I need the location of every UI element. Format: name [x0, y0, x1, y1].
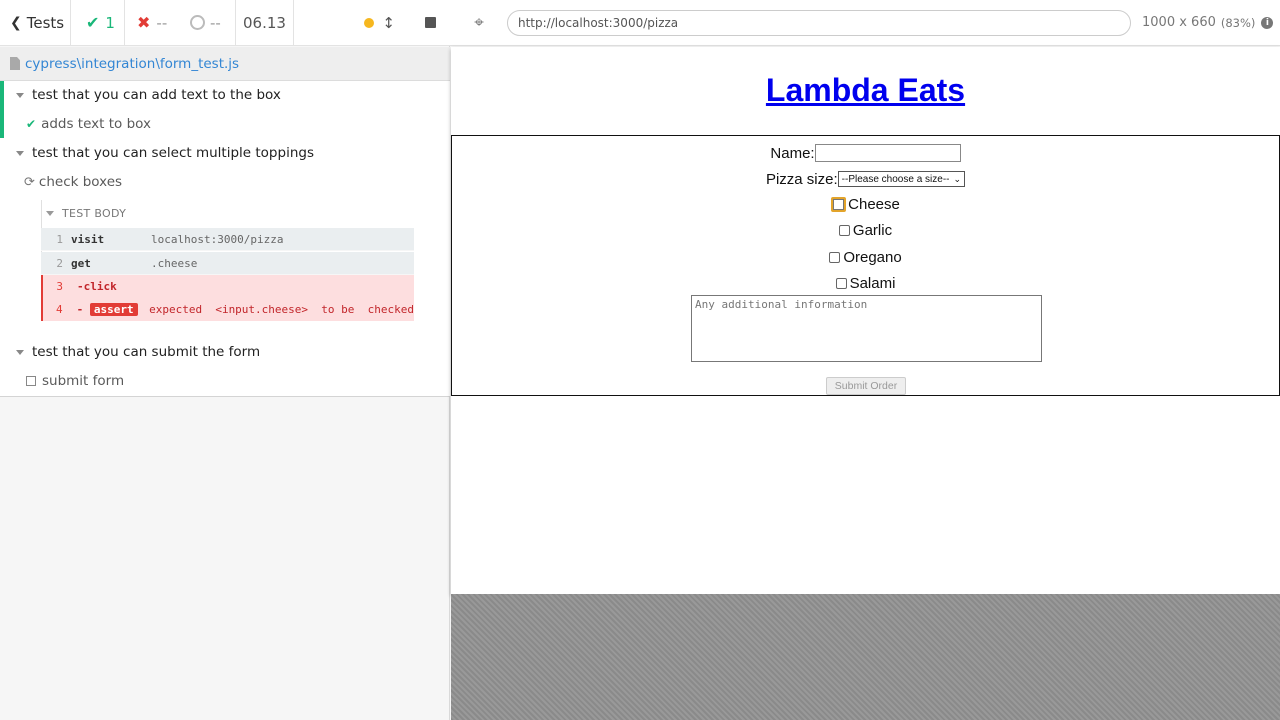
- check-icon: ✔: [26, 117, 37, 131]
- topping-label: Cheese: [848, 195, 900, 213]
- aut-backdrop: [451, 594, 1280, 720]
- pending-circle-icon: [190, 15, 205, 30]
- viewport-info: 1000 x 660 (83%) i: [1142, 15, 1274, 30]
- assert-badge: assert: [89, 303, 138, 316]
- size-row: Pizza size: --Please choose a size-- ⌄: [452, 168, 1279, 190]
- pending-count: --: [178, 0, 236, 46]
- oregano-checkbox[interactable]: [829, 251, 841, 263]
- topping-salami: Salami: [452, 273, 1279, 293]
- viewport-scale: (83%): [1220, 15, 1256, 30]
- textarea-placeholder: Any additional information: [695, 298, 868, 311]
- file-icon: [10, 57, 20, 70]
- failed-count: ✖ --: [125, 0, 178, 46]
- caret-down-icon: [16, 92, 24, 98]
- size-select[interactable]: --Please choose a size-- ⌄: [837, 171, 966, 187]
- command-name: get: [71, 256, 91, 270]
- topping-oregano: Oregano: [452, 247, 1279, 267]
- suite-title: test that you can select multiple toppin…: [32, 145, 314, 161]
- running-indicator-icon: [364, 17, 375, 28]
- suite-header[interactable]: test that you can submit the form: [16, 343, 260, 361]
- url-bar[interactable]: http://localhost:3000/pizza: [507, 9, 1131, 36]
- caret-down-icon: [16, 150, 24, 156]
- test-title: submit form: [42, 373, 125, 389]
- failed-number: --: [156, 13, 168, 32]
- spec-file-path: cypress\integration\form_test.js: [25, 55, 240, 72]
- stop-button[interactable]: [425, 17, 436, 28]
- pizza-form: Name: Pizza size: --Please choose a size…: [451, 135, 1280, 396]
- suite-title: test that you can add text to the box: [32, 87, 281, 103]
- suite-header[interactable]: test that you can add text to the box: [16, 86, 281, 104]
- test-title: adds text to box: [41, 116, 151, 132]
- topping-label: Oregano: [843, 248, 902, 266]
- size-label: Pizza size:: [765, 170, 838, 188]
- passed-indicator-bar: [0, 81, 4, 138]
- url-text: http://localhost:3000/pizza: [518, 15, 679, 30]
- command-name: visit: [71, 232, 105, 246]
- additional-info-textarea[interactable]: Any additional information: [691, 295, 1042, 362]
- passed-count: ✔ 1: [71, 0, 125, 46]
- command-row[interactable]: 1 visit localhost:3000/pizza: [41, 228, 414, 251]
- spec-file-link[interactable]: cypress\integration\form_test.js: [0, 47, 450, 81]
- command-message: localhost:3000/pizza: [151, 232, 284, 246]
- viewport-size: 1000 x 660: [1142, 15, 1216, 30]
- duration: 06.13: [236, 0, 294, 46]
- suite-title: test that you can submit the form: [32, 344, 261, 360]
- command-row-failed[interactable]: 3 -click: [41, 275, 414, 298]
- command-message: expected <input.cheese> to be checked: [149, 303, 414, 316]
- name-row: Name:: [452, 142, 1279, 164]
- passed-number: 1: [105, 13, 115, 32]
- command-number: 2: [56, 256, 63, 270]
- reporter-controls: ↕: [294, 14, 450, 32]
- test-body-header[interactable]: TEST BODY: [46, 207, 126, 220]
- test-title: check boxes: [38, 174, 123, 190]
- pending-number: --: [210, 13, 221, 32]
- info-icon[interactable]: i: [1261, 16, 1274, 29]
- command-name: -click: [77, 280, 117, 293]
- topping-label: Salami: [849, 274, 896, 292]
- topping-garlic: Garlic: [452, 220, 1279, 240]
- aut-header: ⌖ http://localhost:3000/pizza 1000 x 660…: [450, 0, 1280, 46]
- pending-square-icon: [26, 376, 36, 386]
- topping-cheese: Cheese: [452, 194, 1279, 214]
- x-icon: ✖: [137, 13, 151, 32]
- chevron-left-icon: ❮: [10, 14, 22, 31]
- command-number: 1: [56, 232, 63, 246]
- reporter-panel: ❮ Tests ✔ 1 ✖ -- -- 06.13 ↕ cypress\inte…: [0, 0, 450, 720]
- caret-down-icon: [16, 349, 24, 355]
- check-icon: ✔: [86, 13, 100, 32]
- runnables-list: test that you can add text to the box ✔ …: [0, 81, 450, 397]
- test-item-running[interactable]: ⟳ check boxes: [24, 173, 122, 191]
- command-number: 4: [55, 303, 63, 316]
- auto-scroll-toggle-icon[interactable]: ↕: [382, 14, 395, 32]
- name-label: Name:: [770, 144, 815, 162]
- chevron-down-icon: ⌄: [953, 173, 962, 184]
- size-selected-value: --Please choose a size--: [841, 173, 950, 185]
- command-name: - assert: [71, 303, 150, 316]
- tests-back-button[interactable]: ❮ Tests: [0, 0, 71, 46]
- command-row-failed[interactable]: 4 - assert expected <input.cheese> to be…: [41, 298, 414, 321]
- aut-iframe: Lambda Eats Name: Pizza size: --Please c…: [451, 47, 1280, 594]
- salami-checkbox[interactable]: [835, 277, 847, 289]
- cheese-checkbox[interactable]: [831, 196, 847, 212]
- suite-header[interactable]: test that you can select multiple toppin…: [16, 144, 314, 162]
- reporter-stats-bar: ❮ Tests ✔ 1 ✖ -- -- 06.13 ↕: [0, 0, 450, 46]
- caret-down-icon: [46, 211, 54, 216]
- garlic-checkbox[interactable]: [838, 224, 850, 236]
- app-title-link[interactable]: Lambda Eats: [451, 72, 1280, 109]
- command-number: 3: [56, 280, 63, 293]
- name-input[interactable]: [814, 144, 961, 162]
- test-item-pending[interactable]: submit form: [26, 372, 124, 390]
- test-item-passed[interactable]: ✔ adds text to box: [26, 115, 151, 133]
- selector-playground-icon[interactable]: ⌖: [464, 8, 494, 38]
- topping-label: Garlic: [852, 221, 893, 239]
- refresh-icon: ⟳: [24, 174, 35, 190]
- test-body-label: TEST BODY: [62, 207, 127, 220]
- submit-order-button[interactable]: Submit Order: [826, 377, 906, 395]
- command-row[interactable]: 2 get .cheese: [41, 252, 414, 275]
- tests-label: Tests: [26, 13, 65, 32]
- command-message: .cheese: [151, 256, 198, 270]
